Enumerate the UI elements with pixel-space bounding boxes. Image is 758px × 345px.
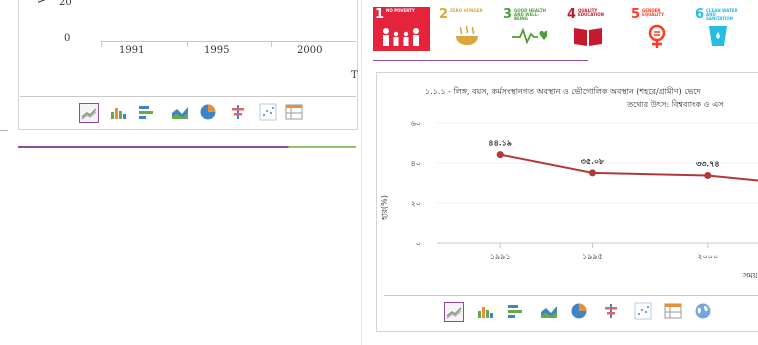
globe-icon[interactable] bbox=[694, 302, 714, 322]
sdg-underline bbox=[373, 60, 588, 61]
left-chart-panel: V 20 0 1991 1995 2000 T bbox=[0, 0, 370, 345]
bar-chart-icon[interactable] bbox=[476, 302, 496, 322]
line-chart: ৬০ ৪০ ২০ ০ ১৯৯১ ১৯৯৫ ২০০০ ৪৪.১৯ ৩৫.০৮ ৩৩.৭৪ bbox=[411, 119, 758, 261]
bowl-icon bbox=[456, 25, 478, 45]
table-icon[interactable] bbox=[664, 302, 684, 322]
sdg-goals-row: 1 NO POVERTY 2 ZERO HUNGER 3 GOOD HEALTH… bbox=[373, 0, 758, 60]
y-tick-label: ২০ bbox=[411, 199, 421, 208]
y-tick-label: ৬০ bbox=[411, 119, 421, 128]
data-point bbox=[588, 169, 596, 177]
left-y-tick: 20 bbox=[59, 0, 72, 8]
left-y-tick: 0 bbox=[64, 33, 71, 44]
bar-chart-icon[interactable] bbox=[109, 103, 129, 123]
data-label: ৩৩.৭৪ bbox=[696, 159, 720, 169]
left-x-tick: 1995 bbox=[204, 45, 230, 56]
data-label: ৩৫.০৮ bbox=[581, 156, 605, 166]
toolbar-divider bbox=[384, 295, 758, 296]
left-toolbar-divider bbox=[20, 96, 356, 97]
line-chart-icon[interactable] bbox=[444, 302, 464, 322]
area-chart-icon[interactable] bbox=[171, 103, 191, 123]
data-label: ৪৪.১৯ bbox=[488, 138, 512, 148]
heartbeat-icon bbox=[512, 27, 547, 45]
family-icon bbox=[383, 28, 419, 46]
sdg-goal-1[interactable]: 1 NO POVERTY bbox=[373, 7, 430, 51]
left-x-tick: 2000 bbox=[297, 45, 323, 56]
book-icon bbox=[574, 28, 602, 46]
y-tick-label: ০ bbox=[416, 239, 421, 248]
sdg-goal-6[interactable]: 6 CLEAN WATER AND SANITATION bbox=[693, 7, 750, 51]
x-tick-label: ১৯৯১ bbox=[490, 252, 511, 261]
data-point bbox=[496, 151, 504, 159]
left-chart-toolbar bbox=[79, 103, 359, 127]
chart-toolbar bbox=[444, 302, 758, 326]
sdg-goal-2[interactable]: 2 ZERO HUNGER bbox=[437, 7, 494, 51]
pyramid-chart-icon[interactable] bbox=[229, 103, 249, 123]
left-y-axis-label: V bbox=[38, 0, 49, 3]
horizontal-bar-icon[interactable] bbox=[137, 103, 157, 123]
line-chart-icon[interactable] bbox=[79, 103, 99, 123]
left-x-tick-mark bbox=[187, 41, 188, 47]
column-divider bbox=[361, 0, 362, 345]
pyramid-chart-icon[interactable] bbox=[602, 302, 622, 322]
data-point bbox=[704, 172, 712, 180]
left-edge-rule bbox=[0, 130, 8, 131]
pie-chart-icon[interactable] bbox=[199, 103, 219, 123]
horizontal-bar-icon[interactable] bbox=[506, 302, 526, 322]
chart-card: ১.১.১ - লিঙ্গ, বয়স, কর্মসংস্থানগত অবস্থ… bbox=[376, 72, 758, 332]
x-tick-label: ২০০০ bbox=[697, 252, 718, 261]
scatter-chart-icon[interactable] bbox=[634, 302, 654, 322]
table-icon[interactable] bbox=[285, 103, 305, 123]
left-x-tick-mark bbox=[101, 41, 102, 47]
gender-icon bbox=[648, 24, 666, 48]
section-divider bbox=[18, 146, 356, 148]
scatter-chart-icon[interactable] bbox=[259, 103, 279, 123]
sdg-goal-5[interactable]: 5 GENDER EQUALITY bbox=[629, 7, 686, 51]
left-x-axis bbox=[101, 41, 356, 42]
x-tick-label: ১৯৯৫ bbox=[582, 252, 603, 261]
left-x-axis-label: T bbox=[351, 70, 358, 81]
left-x-tick-mark bbox=[271, 41, 272, 47]
left-x-tick: 1991 bbox=[119, 45, 145, 56]
sdg-goal-3[interactable]: 3 GOOD HEALTH AND WELL-BEING bbox=[501, 7, 558, 51]
pie-chart-icon[interactable] bbox=[570, 302, 590, 322]
y-tick-label: ৪০ bbox=[411, 159, 421, 168]
area-chart-icon[interactable] bbox=[540, 302, 560, 322]
water-icon bbox=[709, 26, 727, 46]
sdg-goal-4[interactable]: 4 QUALITY EDUCATION bbox=[565, 7, 622, 51]
